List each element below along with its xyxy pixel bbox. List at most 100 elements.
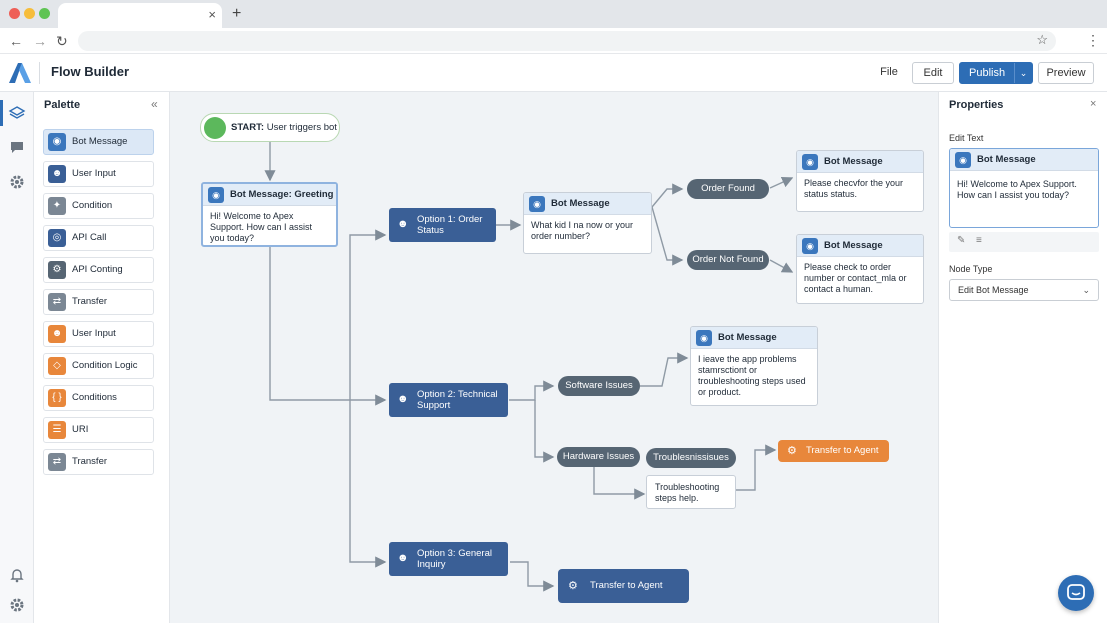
transfer-icon: ⇄ — [48, 453, 66, 471]
transfer-to-agent-node-2[interactable]: ⚙ Transfer to Agent — [558, 569, 689, 603]
globe-icon: ◎ — [48, 229, 66, 247]
publish-label: Publish — [969, 67, 1006, 79]
preview-button[interactable]: Preview — [1038, 62, 1094, 84]
chat-support-button[interactable] — [1058, 575, 1094, 611]
new-tab-icon[interactable]: + — [232, 5, 241, 23]
node-body: What kid I na now or your order number? — [531, 220, 634, 241]
minimize-window-dot[interactable] — [24, 8, 35, 19]
palette-item-label: Bot Message — [72, 136, 128, 147]
troubleshooting-steps-node[interactable]: Troubleshooting steps help. — [646, 475, 736, 509]
hardware-issues-node[interactable]: Hardware Issues — [557, 447, 640, 467]
node-title: Bot Message — [551, 198, 610, 209]
user-icon: ☻ — [397, 552, 409, 564]
option-1-node[interactable]: ☻ Option 1: Order Status — [389, 208, 496, 242]
palette-item-uri[interactable]: ☰ URI — [43, 417, 154, 443]
order-found-message-node[interactable]: ◉ Bot Message Please checvfor the your s… — [796, 150, 924, 212]
robot-icon: ◉ — [802, 238, 818, 254]
gear-icon[interactable] — [8, 596, 26, 614]
robot-icon: ◉ — [696, 330, 712, 346]
palette-item-user-input[interactable]: ☻ User Input — [43, 161, 154, 187]
node-header: ◉ Bot Message: Greeting — [203, 184, 336, 206]
format-list-icon[interactable]: ≡ — [976, 235, 982, 246]
publish-dropdown-chevron-icon[interactable]: ⌄ — [1014, 63, 1032, 83]
bell-icon[interactable] — [8, 566, 26, 584]
order-found-node[interactable]: Order Found — [687, 179, 769, 199]
palette-item-label: Condition — [72, 200, 113, 211]
palette-item-label: Condition Logic — [72, 360, 138, 371]
flow-canvas[interactable]: START: User triggers bot ◉ Bot Message: … — [170, 92, 938, 623]
card-body[interactable]: Hi! Welcome to Apex Support. How can I a… — [950, 171, 1098, 206]
back-icon[interactable]: ← — [9, 32, 23, 50]
header-divider — [39, 62, 40, 84]
collapse-panel-icon[interactable]: « — [151, 97, 158, 111]
browser-menu-icon[interactable]: ⋮ — [1086, 32, 1100, 49]
layers-icon[interactable] — [8, 104, 26, 122]
software-issues-node[interactable]: Software Issues — [558, 376, 640, 396]
palette-item-transfer[interactable]: ⇄ Transfer — [43, 289, 154, 315]
palette-item-api-conting[interactable]: ⚙ API Conting — [43, 257, 154, 283]
robot-icon: ◉ — [802, 154, 818, 170]
node-body: Please checvfor the your status status. — [804, 178, 904, 199]
greeting-node[interactable]: ◉ Bot Message: Greeting Hi! Welcome to A… — [201, 182, 338, 247]
tab-close-icon[interactable]: × — [208, 7, 216, 23]
palette-item-user-input-2[interactable]: ☻ User Input — [43, 321, 154, 347]
chat-bubble-icon — [1067, 584, 1085, 600]
node-header: ◉ Bot Message — [691, 327, 817, 349]
palette-title: Palette — [44, 99, 81, 111]
robot-icon: ◉ — [955, 152, 971, 168]
robot-icon: ◉ — [208, 187, 224, 203]
edit-button[interactable]: Edit — [912, 62, 954, 84]
palette-item-condition-logic[interactable]: ◇ Condition Logic — [43, 353, 154, 379]
user-icon: ☻ — [397, 393, 409, 405]
palette-item-condition[interactable]: ✦ Condition — [43, 193, 154, 219]
address-input[interactable]: ☆ — [78, 31, 1056, 51]
card-header: ◉ Bot Message — [950, 149, 1098, 171]
user-icon: ☻ — [397, 218, 409, 230]
order-question-node[interactable]: ◉ Bot Message What kid I na now or your … — [523, 192, 652, 254]
browser-tab[interactable]: × — [58, 3, 222, 28]
palette-item-label: API Call — [72, 232, 107, 243]
order-not-found-node[interactable]: Order Not Found — [687, 250, 769, 270]
forward-icon[interactable]: → — [33, 32, 47, 50]
condition-icon: ✦ — [48, 197, 66, 215]
edit-text-area[interactable]: ◉ Bot Message Hi! Welcome to Apex Suppor… — [949, 148, 1099, 228]
user-icon: ☻ — [48, 325, 66, 343]
edit-text-label: Edit Text — [949, 133, 984, 143]
app-title: Flow Builder — [51, 64, 129, 79]
palette-item-bot-message[interactable]: ◉ Bot Message — [43, 129, 154, 155]
properties-title: Properties — [949, 99, 1004, 111]
left-rail — [0, 92, 34, 623]
start-node[interactable]: START: User triggers bot — [200, 113, 340, 142]
palette-item-label: Conditions — [72, 392, 117, 403]
pencil-icon[interactable]: ✎ — [957, 235, 965, 246]
chat-icon[interactable] — [8, 138, 26, 156]
order-not-found-message-node[interactable]: ◉ Bot Message Please check to order numb… — [796, 234, 924, 304]
option-2-node[interactable]: ☻ Option 2: Technical Support — [389, 383, 508, 417]
transfer-to-agent-node[interactable]: ⚙ Transfer to Agent — [778, 440, 889, 462]
app-problems-message-node[interactable]: ◉ Bot Message I ieave the app problems s… — [690, 326, 818, 406]
settings-gear-icon[interactable] — [8, 173, 26, 191]
rail-active-indicator — [0, 100, 3, 126]
reload-icon[interactable]: ↻ — [56, 32, 68, 50]
option-3-node[interactable]: ☻ Option 3: General Inquiry — [389, 542, 508, 576]
close-icon[interactable]: × — [1090, 98, 1096, 110]
publish-button[interactable]: Publish ⌄ — [959, 62, 1033, 84]
properties-panel: Properties × Edit Text ◉ Bot Message Hi!… — [938, 92, 1107, 623]
palette-item-conditions[interactable]: { } Conditions — [43, 385, 154, 411]
file-menu-button[interactable]: File — [872, 62, 906, 84]
palette-item-transfer-2[interactable]: ⇄ Transfer — [43, 449, 154, 475]
palette-item-label: Transfer — [72, 296, 108, 307]
user-icon: ☻ — [48, 165, 66, 183]
transfer-icon: ⇄ — [48, 293, 66, 311]
palette-item-label: User Input — [72, 168, 116, 179]
close-window-dot[interactable] — [9, 8, 20, 19]
start-status-dot — [204, 117, 226, 139]
browser-tabstrip: × + — [0, 0, 1107, 28]
node-title: Bot Message — [824, 240, 883, 251]
troubleshooting-issues-node[interactable]: Troublesnissisues — [646, 448, 736, 468]
node-type-select[interactable]: Edit Bot Message ⌄ — [949, 279, 1099, 301]
palette-item-api-call[interactable]: ◎ API Call — [43, 225, 154, 251]
gear-icon: ⚙ — [48, 261, 66, 279]
maximize-window-dot[interactable] — [39, 8, 50, 19]
bookmark-star-icon[interactable]: ☆ — [1036, 32, 1048, 48]
